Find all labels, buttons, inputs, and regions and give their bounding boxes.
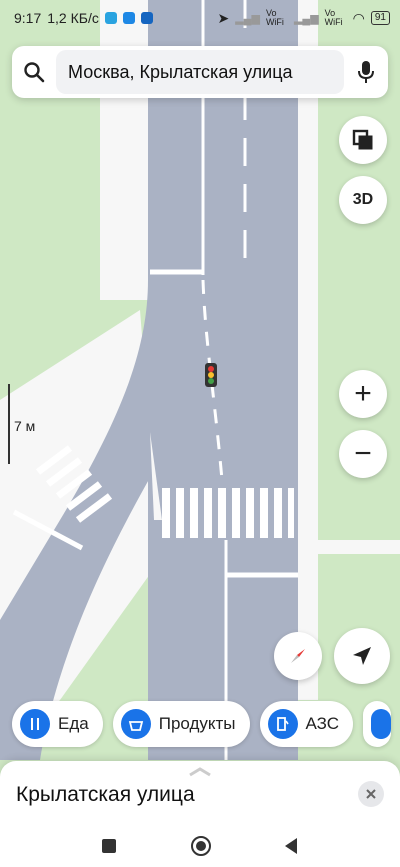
search-bar[interactable]: Москва, Крылатская улица: [12, 46, 388, 98]
basket-icon: [120, 709, 151, 739]
zoom-out-button[interactable]: −: [339, 430, 387, 478]
chip-gas-station[interactable]: АЗС: [259, 701, 354, 747]
recents-icon[interactable]: [100, 837, 118, 855]
sidewalk-cross-right: [300, 540, 400, 554]
status-time: 9:17: [14, 10, 42, 26]
place-sheet[interactable]: Крылатская улица: [0, 761, 400, 831]
chip-gas-station-label: АЗС: [305, 714, 340, 733]
category-chips: Еда Продукты АЗС: [12, 701, 392, 747]
status-bar: 9:17 1,2 КБ/с ➤ ▂▄▆ Vo WiFi ▂▄▆ Vo WiFi …: [0, 0, 400, 36]
compass-icon: [291, 649, 305, 663]
wifi-icon: ◠: [352, 9, 365, 26]
chip-groceries[interactable]: Продукты: [112, 701, 250, 747]
search-input[interactable]: Москва, Крылатская улица: [56, 50, 344, 94]
traffic-light-icon[interactable]: [205, 363, 217, 387]
app-icon: [122, 12, 135, 24]
chip-more[interactable]: [363, 701, 392, 747]
scale-bar: [8, 384, 10, 464]
zoom-in-button[interactable]: +: [339, 370, 387, 418]
chip-groceries-label: Продукты: [158, 714, 236, 733]
sidewalk-right: [298, 0, 318, 700]
navigation-arrow-icon: [353, 647, 371, 665]
compass-button[interactable]: [274, 632, 322, 680]
scale-label: 7 м: [14, 418, 36, 434]
close-icon: [366, 789, 376, 799]
vowifi-label-1: Vo WiFi: [265, 8, 284, 27]
fork-knife-icon: [20, 709, 50, 739]
home-icon[interactable]: [190, 835, 212, 857]
telegram-icon: [104, 12, 117, 24]
sheet-handle-icon[interactable]: [188, 767, 212, 777]
search-icon[interactable]: [12, 46, 56, 98]
back-icon[interactable]: [282, 836, 300, 856]
location-icon: ➤: [217, 9, 230, 26]
chip-food-label: Еда: [58, 714, 89, 733]
chip-food[interactable]: Еда: [12, 701, 103, 747]
my-location-button[interactable]: [334, 628, 390, 684]
signal-icon: ▂▄▆: [235, 12, 260, 25]
vowifi-label-2: Vo WiFi: [324, 8, 343, 27]
layers-button[interactable]: [339, 116, 387, 164]
close-button[interactable]: [358, 781, 384, 807]
mail-icon: [140, 12, 153, 24]
system-nav-bar: [0, 831, 400, 867]
more-category-icon: [371, 709, 392, 739]
layers-icon: [352, 129, 373, 150]
place-title: Крылатская улица: [16, 783, 195, 806]
signal-icon-2: ▂▄▆: [293, 12, 319, 25]
fuel-pump-icon: [267, 709, 298, 739]
3d-button[interactable]: 3D: [339, 176, 387, 224]
battery-indicator: 91: [370, 11, 390, 25]
microphone-icon[interactable]: [344, 46, 388, 98]
status-speed: 1,2 КБ/с: [47, 10, 99, 26]
